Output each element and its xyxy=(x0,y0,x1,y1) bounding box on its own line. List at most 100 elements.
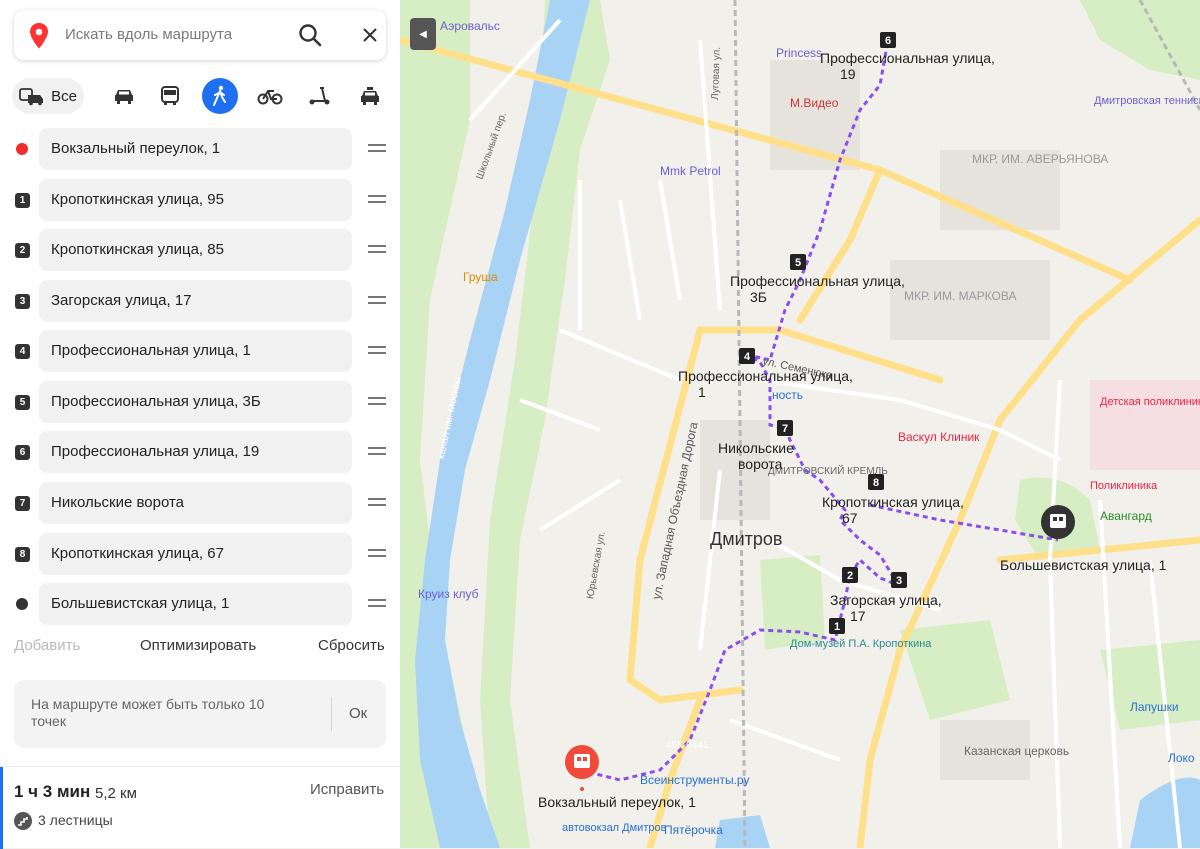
search-icon[interactable] xyxy=(296,21,324,49)
poi-kropotkin-museum: Дом-музей П.А. Кропоткина xyxy=(790,638,932,650)
pedestrian-icon xyxy=(213,85,226,106)
map-waypoint-number: 3 xyxy=(896,575,902,587)
route-point-row[interactable]: 6 Профессиональная улица, 19 xyxy=(0,431,400,473)
map-canvas[interactable]: Дмитров МКР. ИМ. АВЕРЬЯНОВА МКР. ИМ. МАР… xyxy=(400,0,1200,848)
city-label: Дмитров xyxy=(710,529,782,549)
map-waypoint-number: 4 xyxy=(744,351,751,363)
mode-all-button[interactable]: Все xyxy=(12,78,84,114)
waypoint-number-badge: 7 xyxy=(15,496,30,511)
notice-ok-button[interactable]: Ок xyxy=(349,705,367,722)
poi-loko: Локо xyxy=(1168,751,1195,765)
route-point-field[interactable]: Профессиональная улица, 19 xyxy=(39,431,352,473)
scooter-icon xyxy=(309,87,330,105)
poi-cruise-club: Круиз клуб xyxy=(418,587,479,601)
route-point-field[interactable]: Кропоткинская улица, 67 xyxy=(39,533,352,575)
route-point-field[interactable]: Никольские ворота xyxy=(39,482,352,524)
district-label-averyanova: МКР. ИМ. АВЕРЬЯНОВА xyxy=(972,152,1108,166)
route-distance: 5,2 км xyxy=(95,785,137,802)
route-point-row[interactable]: 8 Кропоткинская улица, 67 xyxy=(0,533,400,575)
waypoint-number-badge: 2 xyxy=(15,243,30,258)
add-point-button[interactable]: Добавить xyxy=(14,637,80,654)
mode-all-label: Все xyxy=(51,87,77,105)
mode-taxi-button[interactable] xyxy=(352,78,388,114)
route-summary[interactable]: 1 ч 3 мин 5,2 км Исправить 3 лестницы xyxy=(0,766,400,849)
map-waypoint-number: 5 xyxy=(795,257,801,269)
route-point-row[interactable]: 4 Профессиональная улица, 1 xyxy=(0,330,400,372)
poi-children-clinic: Детская поликлиника xyxy=(1100,396,1200,408)
map-waypoint-2[interactable]: 2 xyxy=(842,567,858,583)
selected-route-indicator xyxy=(0,767,3,849)
route-time: 1 ч 3 мин xyxy=(14,782,91,801)
route-point-field[interactable]: Большевистская улица, 1 xyxy=(39,583,352,625)
waypoint-number-badge: 1 xyxy=(15,193,30,208)
route-point-label: Кропоткинская улица, 95 xyxy=(51,191,224,208)
route-point-field[interactable]: Профессиональная улица, 1 xyxy=(39,330,352,372)
mode-pedestrian-button[interactable] xyxy=(202,78,238,114)
start-label: Вокзальный переулок, 1 xyxy=(538,794,696,810)
search-input[interactable]: Искать вдоль маршрута xyxy=(65,26,232,43)
route-point-row[interactable]: Большевистская улица, 1 xyxy=(0,583,400,625)
route-point-row[interactable]: 2 Кропоткинская улица, 85 xyxy=(0,229,400,271)
route-point-row[interactable]: 7 Никольские ворота xyxy=(0,482,400,524)
poi-mvideo: М.Видео xyxy=(790,96,839,110)
drag-handle-icon[interactable] xyxy=(368,242,386,258)
route-point-label: Вокзальный переулок, 1 xyxy=(51,140,221,157)
map-waypoint-1[interactable]: 1 xyxy=(829,618,845,634)
drag-handle-icon[interactable] xyxy=(368,394,386,410)
waypoint-number-badge: 8 xyxy=(15,547,30,562)
reset-button[interactable]: Сбросить xyxy=(318,637,385,654)
drag-handle-icon[interactable] xyxy=(368,293,386,309)
mode-car-button[interactable] xyxy=(106,78,142,114)
drag-handle-icon[interactable] xyxy=(368,192,386,208)
points-limit-notice: На маршруте может быть только 10 точек О… xyxy=(14,680,386,748)
poi-clinic: Поликлиника xyxy=(1090,480,1158,492)
route-point-field[interactable]: Кропоткинская улица, 95 xyxy=(39,179,352,221)
route-number: 46К-0441 xyxy=(666,740,709,751)
waypoint-number-badge: 5 xyxy=(15,395,30,410)
route-point-label: Большевистская улица, 1 xyxy=(51,595,230,612)
report-fix-button[interactable]: Исправить xyxy=(310,781,384,798)
mode-bus-button[interactable] xyxy=(152,78,188,114)
route-point-field[interactable]: Профессиональная улица, 3Б xyxy=(39,381,352,423)
route-sidebar: Искать вдоль маршрута Все Вокзальный пер… xyxy=(0,0,400,849)
drag-handle-icon[interactable] xyxy=(368,546,386,562)
route-point-field[interactable]: Вокзальный переулок, 1 xyxy=(39,128,352,170)
street-lugovaya: Луговая ул. xyxy=(710,47,723,100)
poi-mmk-petrol: Mmk Petrol xyxy=(660,164,721,178)
route-point-label: Кропоткинская улица, 85 xyxy=(51,241,224,258)
district-label-markova: МКР. ИМ. МАРКОВА xyxy=(904,289,1016,303)
route-point-label: Профессиональная улица, 19 xyxy=(51,443,260,460)
mode-bicycle-button[interactable] xyxy=(252,78,288,114)
taxi-icon xyxy=(361,87,379,105)
notice-divider xyxy=(331,697,332,731)
route-point-label: Кропоткинская улица, 67 xyxy=(51,545,224,562)
location-pin-icon xyxy=(30,23,48,49)
bus-icon xyxy=(161,86,179,105)
poi-vseinstrumenty: Всеинструменты.ру xyxy=(640,773,749,787)
poi-princess: Princess xyxy=(776,46,822,60)
collapse-sidebar-button[interactable]: ◀ xyxy=(410,18,436,50)
start-point-icon xyxy=(16,143,28,155)
optimize-button[interactable]: Оптимизировать xyxy=(140,637,256,654)
poi-bus-station: автовокзал Дмитров xyxy=(562,822,667,834)
end-label: Большевистская улица, 1 xyxy=(1000,557,1167,573)
route-point-row[interactable]: Вокзальный переулок, 1 xyxy=(0,128,400,170)
close-icon[interactable] xyxy=(358,23,382,47)
route-point-row[interactable]: 1 Кропоткинская улица, 95 xyxy=(0,179,400,221)
poi-avangard: Авангард xyxy=(1100,509,1152,523)
drag-handle-icon[interactable] xyxy=(368,444,386,460)
drag-handle-icon[interactable] xyxy=(368,596,386,612)
route-point-field[interactable]: Кропоткинская улица, 85 xyxy=(39,229,352,271)
mode-scooter-button[interactable] xyxy=(302,78,338,114)
notice-text: На маршруте может быть только 10 точек xyxy=(31,696,265,729)
route-search-bar: Искать вдоль маршрута xyxy=(14,10,386,60)
route-point-row[interactable]: 5 Профессиональная улица, 3Б xyxy=(0,381,400,423)
poi-nost: ность xyxy=(772,388,803,402)
route-point-field[interactable]: Загорская улица, 17 xyxy=(39,280,352,322)
drag-handle-icon[interactable] xyxy=(368,495,386,511)
drag-handle-icon[interactable] xyxy=(368,343,386,359)
route-point-label: Профессиональная улица, 3Б xyxy=(51,393,261,410)
transport-mode-bar: Все xyxy=(12,78,392,114)
drag-handle-icon[interactable] xyxy=(368,141,386,157)
route-point-row[interactable]: 3 Загорская улица, 17 xyxy=(0,280,400,322)
